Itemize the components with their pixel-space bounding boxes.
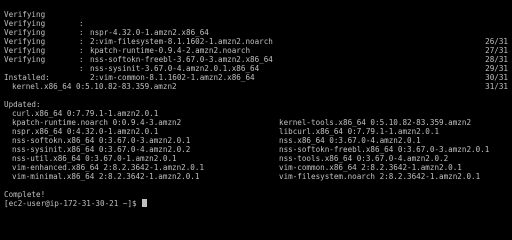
verifying-line: Verifying : 2:vim-common-8.1.1602-1.amzn… <box>2 46 510 91</box>
updated-row: nss-sysinit.x86_64 0:3.67.0-4.amzn2.0.2 … <box>2 136 510 163</box>
updated-row: kpatch-runtime.noarch 0:0.9.4-3.amzn2 li… <box>2 109 510 136</box>
installed-item-line: kernel.x86_64 0:5.10.82-83.359.amzn2 <box>2 73 510 91</box>
shell-prompt[interactable]: [ec2-user@ip-172-31-30-21 ~]$ <box>4 199 148 208</box>
updated-row: vim-enhanced.x86_64 2:8.2.3642-1.amzn2.0… <box>2 154 510 181</box>
text-cursor <box>142 199 148 207</box>
verifying-line: Verifying : 2:vim-filesystem-8.1.1602-1.… <box>2 10 510 55</box>
updated-row: vim-minimal.x86_64 2:8.2.3642-1.amzn2.0.… <box>2 163 510 181</box>
updated-row: nss-softokn.x86_64 0:3.67.0-3.amzn2.0.1 … <box>2 127 510 154</box>
terminal-window[interactable]: Verifying : nspr-4.32.0-1.amzn2.x86_64 2… <box>0 0 512 225</box>
verifying-line: Verifying : nss-softokn-freebl-3.67.0-3.… <box>2 28 510 73</box>
updated-row: curl.x86_64 0:7.79.1-1.amzn2.0.1 kernel-… <box>2 100 510 127</box>
verifying-line: Verifying : nspr-4.32.0-1.amzn2.x86_64 2… <box>2 1 510 46</box>
updated-heading-line: Updated: <box>2 91 510 109</box>
verifying-line: Verifying : nss-sysinit-3.67.0-4.amzn2.0… <box>2 37 510 82</box>
shell-prompt-text: [ec2-user@ip-172-31-30-21 ~]$ <box>4 199 137 208</box>
updated-row: nspr.x86_64 0:4.32.0-1.amzn2.0.1 nss.x86… <box>2 118 510 145</box>
verifying-line: Verifying : kpatch-runtime-0.9.4-2.amzn2… <box>2 19 510 64</box>
updated-row: nss-util.x86_64 0:3.67.0-1.amzn2.0.1 vim… <box>2 145 510 172</box>
prompt-line[interactable]: [ec2-user@ip-172-31-30-21 ~]$ <box>2 190 510 208</box>
complete-line: Complete! <box>2 181 510 199</box>
installed-heading-line: Installed: <box>2 64 510 82</box>
